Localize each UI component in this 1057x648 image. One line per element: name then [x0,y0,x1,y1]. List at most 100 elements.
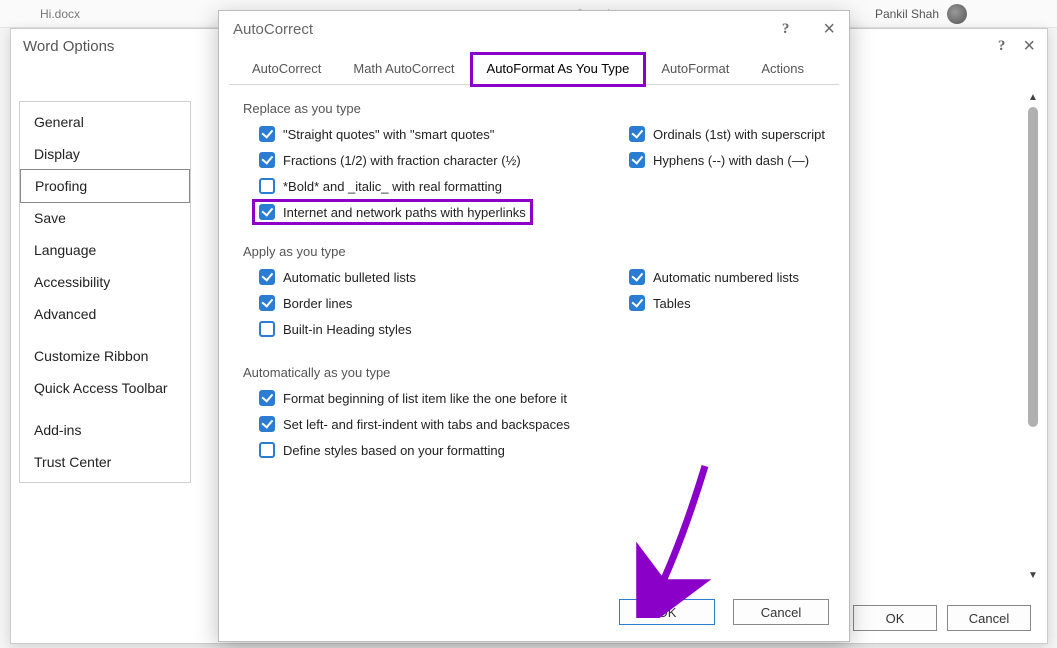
checkbox-label: Fractions (1/2) with fraction character … [283,153,521,168]
sidebar-item-accessibility[interactable]: Accessibility [20,266,190,298]
checkbox-icon[interactable] [259,178,275,194]
bg-filename: Hi.docx [40,7,80,21]
autocorrect-buttons: OK Cancel [619,599,829,625]
sidebar-item-label: Display [34,146,80,162]
scrollbar-thumb[interactable] [1028,107,1038,427]
ok-button[interactable]: OK [853,605,937,631]
sidebar-item-label: Trust Center [34,454,111,470]
help-icon[interactable]: ? [782,21,790,38]
option-format-beginning[interactable]: Format beginning of list item like the o… [255,388,829,408]
option-tables[interactable]: Tables [625,293,829,313]
option-border-lines[interactable]: Border lines [255,293,625,313]
checkbox-icon[interactable] [259,321,275,337]
tab-label: Math AutoCorrect [353,61,454,76]
sidebar-item-general[interactable]: General [20,106,190,138]
ok-button-label: OK [886,611,905,626]
checkbox-label: Automatic bulleted lists [283,270,416,285]
ok-button[interactable]: OK [619,599,715,625]
tab-autoformat[interactable]: AutoFormat [646,54,744,85]
sidebar-item-label: Accessibility [34,274,110,290]
cancel-button[interactable]: Cancel [947,605,1031,631]
checkbox-label: Format beginning of list item like the o… [283,391,567,406]
tab-label: Actions [761,61,804,76]
replace-options-grid: "Straight quotes" with "smart quotes" Or… [239,124,829,222]
tab-actions[interactable]: Actions [746,54,819,85]
checkbox-label: Ordinals (1st) with superscript [653,127,825,142]
auto-options-list: Format beginning of list item like the o… [239,388,829,460]
options-scrollbar[interactable]: ▲ ▼ [1025,89,1041,583]
sidebar-item-label: Save [34,210,66,226]
checkbox-label: Define styles based on your formatting [283,443,505,458]
sidebar-item-language[interactable]: Language [20,234,190,266]
sidebar-item-display[interactable]: Display [20,138,190,170]
checkbox-label: Internet and network paths with hyperlin… [283,205,526,220]
cancel-button[interactable]: Cancel [733,599,829,625]
scroll-down-icon[interactable]: ▼ [1025,567,1041,583]
checkbox-label: Set left- and first-indent with tabs and… [283,417,570,432]
autocorrect-titlebar: AutoCorrect ? × [219,11,849,47]
scroll-up-icon[interactable]: ▲ [1025,89,1041,105]
sidebar-item-label: Add-ins [34,422,81,438]
autocorrect-content: Replace as you type "Straight quotes" wi… [219,85,849,470]
checkbox-icon[interactable] [629,295,645,311]
section-heading-replace: Replace as you type [243,101,829,116]
word-options-sidebar: General Display Proofing Save Language A… [19,101,191,483]
option-hyphens[interactable]: Hyphens (--) with dash (—) [625,150,829,170]
sidebar-item-trust-center[interactable]: Trust Center [20,446,190,478]
option-ordinals[interactable]: Ordinals (1st) with superscript [625,124,829,144]
sidebar-item-save[interactable]: Save [20,202,190,234]
checkbox-icon[interactable] [259,295,275,311]
autocorrect-dialog: AutoCorrect ? × AutoCorrect Math AutoCor… [218,10,850,642]
sidebar-item-add-ins[interactable]: Add-ins [20,414,190,446]
tab-math-autocorrect[interactable]: Math AutoCorrect [338,54,469,85]
option-auto-numbered[interactable]: Automatic numbered lists [625,267,829,287]
checkbox-label: "Straight quotes" with "smart quotes" [283,127,494,142]
sidebar-item-label: Proofing [35,178,87,194]
bg-user-name: Pankil Shah [875,7,939,21]
section-heading-apply: Apply as you type [243,244,829,259]
apply-options-grid: Automatic bulleted lists Automatic numbe… [239,267,829,339]
cancel-button-label: Cancel [969,611,1009,626]
checkbox-icon[interactable] [259,390,275,406]
tab-label: AutoCorrect [252,61,321,76]
checkbox-icon[interactable] [629,269,645,285]
option-internet-hyperlinks[interactable]: Internet and network paths with hyperlin… [255,202,530,222]
option-auto-bulleted[interactable]: Automatic bulleted lists [255,267,625,287]
autocorrect-title: AutoCorrect [233,21,313,38]
option-define-styles[interactable]: Define styles based on your formatting [255,440,829,460]
checkbox-icon[interactable] [629,152,645,168]
checkbox-label: Hyphens (--) with dash (—) [653,153,809,168]
checkbox-icon[interactable] [259,416,275,432]
sidebar-item-quick-access-toolbar[interactable]: Quick Access Toolbar [20,372,190,404]
option-set-indent[interactable]: Set left- and first-indent with tabs and… [255,414,829,434]
checkbox-icon[interactable] [259,126,275,142]
checkbox-label: Built-in Heading styles [283,322,412,337]
close-icon[interactable]: × [823,24,835,34]
option-straight-quotes[interactable]: "Straight quotes" with "smart quotes" [255,124,625,144]
checkbox-label: *Bold* and _italic_ with real formatting [283,179,502,194]
sidebar-item-label: Language [34,242,96,258]
sidebar-item-proofing[interactable]: Proofing [20,169,190,203]
tab-autoformat-as-you-type[interactable]: AutoFormat As You Type [472,54,645,85]
bg-user-area: Pankil Shah [875,4,967,24]
option-bold-italic[interactable]: *Bold* and _italic_ with real formatting [255,176,829,196]
section-heading-auto: Automatically as you type [243,365,829,380]
checkbox-icon[interactable] [259,442,275,458]
sidebar-item-advanced[interactable]: Advanced [20,298,190,330]
tab-autocorrect[interactable]: AutoCorrect [237,54,336,85]
sidebar-item-label: Advanced [34,306,96,322]
checkbox-icon[interactable] [259,204,275,220]
checkbox-label: Border lines [283,296,352,311]
checkbox-label: Tables [653,296,691,311]
sidebar-item-label: Customize Ribbon [34,348,148,364]
close-icon[interactable]: × [1023,41,1035,51]
option-fractions[interactable]: Fractions (1/2) with fraction character … [255,150,625,170]
sidebar-item-customize-ribbon[interactable]: Customize Ribbon [20,340,190,372]
checkbox-icon[interactable] [629,126,645,142]
option-heading-styles[interactable]: Built-in Heading styles [255,319,829,339]
sidebar-item-label: Quick Access Toolbar [34,380,168,396]
help-icon[interactable]: ? [998,38,1006,55]
checkbox-icon[interactable] [259,269,275,285]
tab-label: AutoFormat As You Type [487,61,630,76]
checkbox-icon[interactable] [259,152,275,168]
